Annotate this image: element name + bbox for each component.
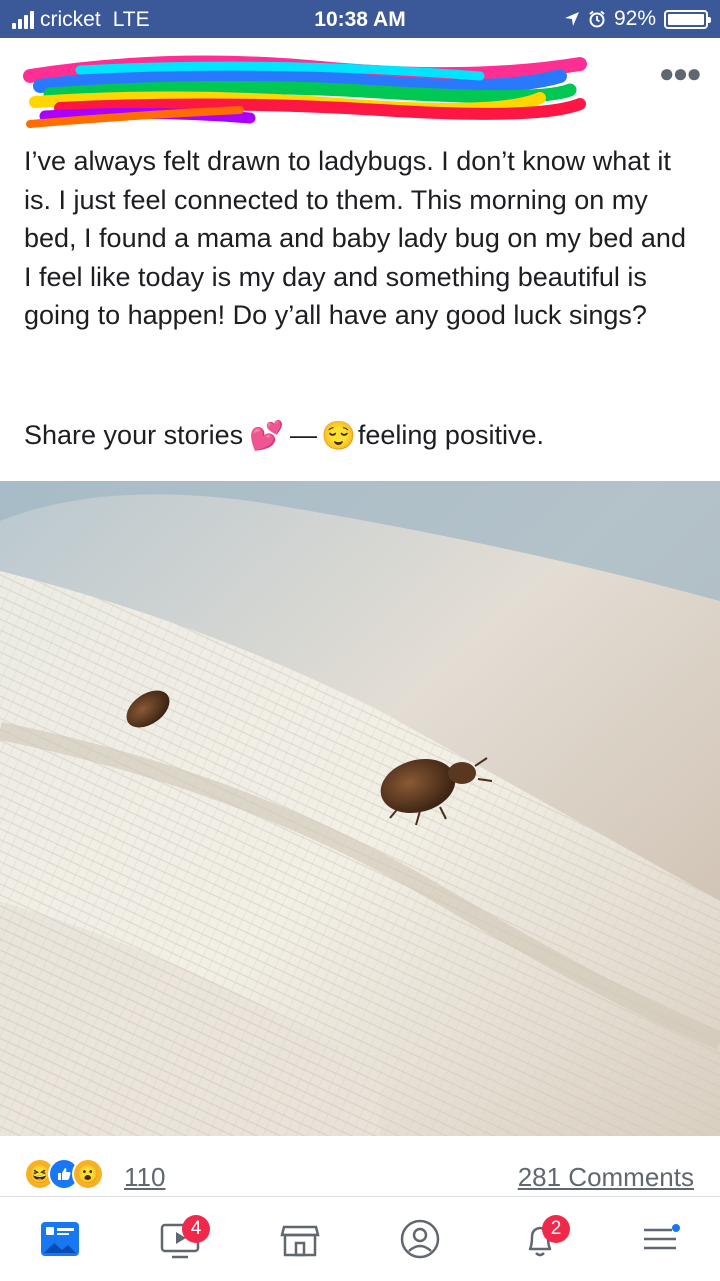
nav-profile[interactable] xyxy=(380,1209,460,1269)
menu-icon xyxy=(644,1224,680,1250)
profile-icon xyxy=(400,1219,440,1259)
comments-count[interactable]: 281 Comments xyxy=(518,1162,694,1193)
battery-icon xyxy=(664,9,711,29)
post-header: ●●● xyxy=(0,38,720,138)
watch-badge: 4 xyxy=(182,1215,210,1243)
notifications-badge: 2 xyxy=(542,1215,570,1243)
dash: — xyxy=(289,420,317,450)
nav-menu[interactable] xyxy=(620,1209,700,1269)
nav-news-feed[interactable] xyxy=(20,1209,100,1269)
nav-marketplace[interactable] xyxy=(260,1209,340,1269)
bottom-nav: 4 2 xyxy=(0,1196,720,1281)
reactions-bar: 😆 😮 110 281 Comments xyxy=(0,1150,720,1196)
marketplace-icon xyxy=(280,1225,320,1257)
heart-emoji-icon: 💕 xyxy=(249,420,284,451)
news-feed-icon xyxy=(41,1222,79,1256)
more-options-button[interactable]: ●●● xyxy=(659,58,702,89)
feeling-line: Share your stories 💕 — 😌 feeling positiv… xyxy=(24,419,544,452)
post-photo[interactable] xyxy=(0,481,720,1136)
feeling-text: feeling positive. xyxy=(357,420,544,450)
reaction-count[interactable]: 110 xyxy=(124,1162,165,1193)
location-icon xyxy=(564,12,579,26)
share-stories-text: Share your stories xyxy=(24,420,244,450)
nav-notifications[interactable]: 2 xyxy=(500,1209,580,1269)
reaction-icons[interactable]: 😆 😮 xyxy=(24,1158,104,1190)
post-text: I’ve always felt drawn to ladybugs. I do… xyxy=(24,146,686,330)
relieved-face-icon: 😌 xyxy=(320,420,356,451)
redacted-name-scribble xyxy=(23,55,587,128)
battery-percent: 92% xyxy=(613,7,656,30)
wow-reaction-icon: 😮 xyxy=(72,1158,104,1190)
status-bar: cricket LTE 10:38 AM 92% xyxy=(0,0,720,38)
alarm-icon xyxy=(589,10,605,28)
nav-watch[interactable]: 4 xyxy=(140,1209,220,1269)
